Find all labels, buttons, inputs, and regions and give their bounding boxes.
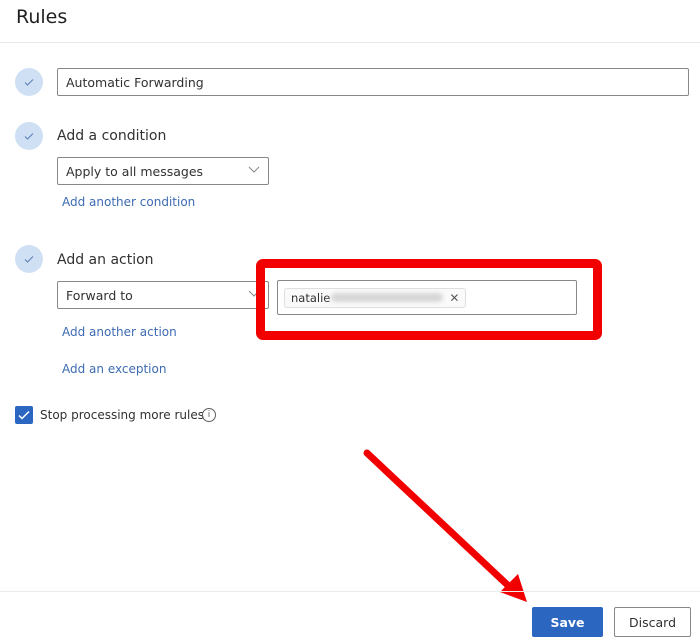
arrow-annotation	[363, 449, 527, 602]
discard-button[interactable]: Discard	[614, 607, 691, 637]
arrow-shaft	[363, 449, 519, 596]
save-button[interactable]: Save	[532, 607, 603, 637]
footer-divider	[0, 591, 700, 592]
